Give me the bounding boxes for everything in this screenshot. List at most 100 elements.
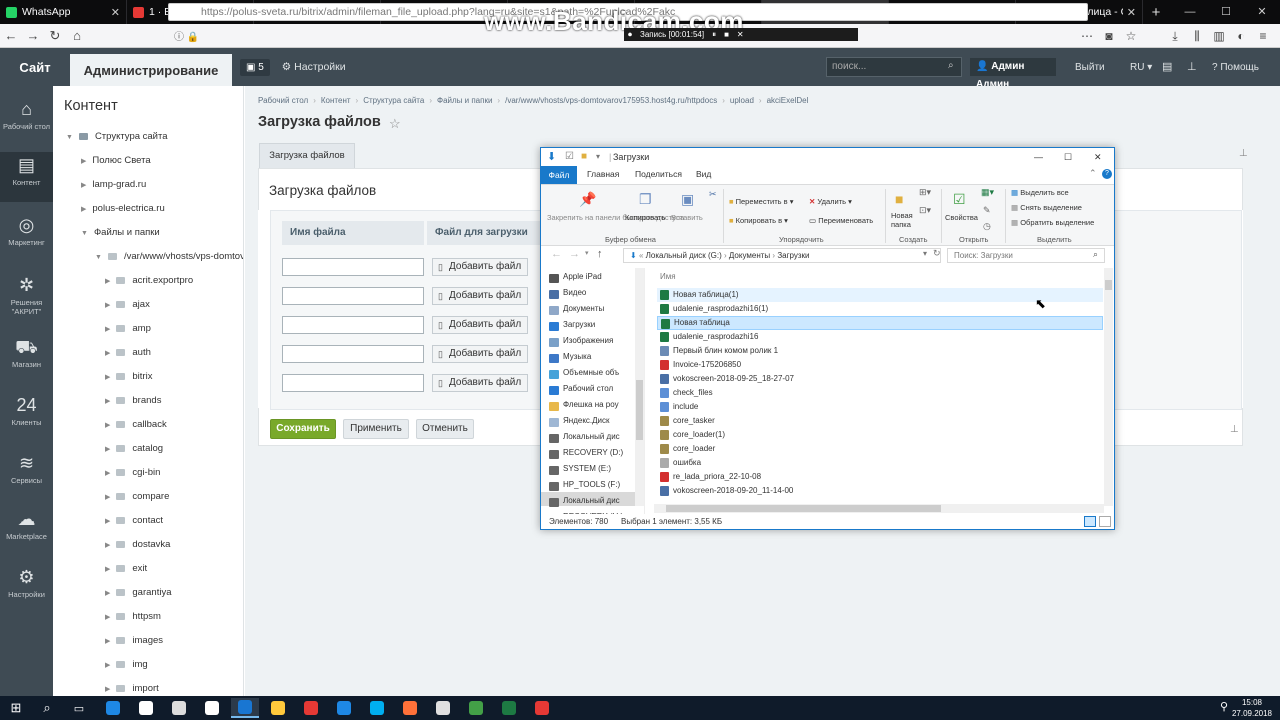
sidebar-item[interactable]: ◎ Маркетинг [0, 212, 53, 258]
breadcrumb-link[interactable]: Контент [321, 96, 351, 105]
tree-item[interactable]: ▶ img [105, 659, 148, 670]
cancel-button[interactable]: Отменить [416, 419, 474, 439]
tree-item[interactable]: ▶ compare [105, 491, 169, 502]
add-file-button[interactable]: ▯ Добавить файл [432, 258, 528, 276]
ex-forward-icon[interactable]: → [569, 248, 580, 260]
tree-toggle-icon[interactable]: ▶ [105, 494, 110, 501]
breadcrumb-link[interactable]: Структура сайта [363, 96, 424, 105]
tree-toggle-icon[interactable]: ▶ [81, 182, 86, 189]
browser-tab[interactable]: WhatsApp ✕ [0, 0, 127, 24]
tree-item[interactable]: ▶ catalog [105, 443, 163, 454]
nav-item[interactable]: Рабочий стол [563, 384, 613, 393]
properties-icon[interactable]: ☑ [953, 191, 966, 208]
tree-toggle-icon[interactable]: ▶ [105, 686, 110, 693]
add-file-button[interactable]: ▯ Добавить файл [432, 316, 528, 334]
invert-selection-button[interactable]: ▦ Обратить выделение [1011, 218, 1094, 227]
file-row[interactable]: Invoice-175206850 [657, 358, 1103, 372]
tree-item[interactable]: ▶ Полюс Света [81, 155, 151, 166]
file-scrollbar-thumb[interactable] [1105, 280, 1112, 290]
properties-qa-icon[interactable]: ☑ [565, 148, 574, 166]
taskbar-app[interactable] [495, 698, 523, 718]
ribbon-tab-share[interactable]: Поделиться [635, 169, 682, 179]
account-icon[interactable]: ◐ [1230, 29, 1252, 43]
easy-access-icon[interactable]: ⊡▾ [919, 205, 931, 216]
tab-close-icon[interactable]: ✕ [1127, 6, 1136, 19]
select-all-button[interactable]: ▦ Выделить все [1011, 188, 1069, 197]
ex-minimize-icon[interactable]: — [1034, 148, 1043, 166]
close-icon[interactable]: ✕ [1244, 0, 1280, 24]
tray-icon[interactable]: ⚲ [1220, 700, 1228, 713]
nav-item[interactable]: Локальный дис [563, 496, 620, 505]
rec-pause-icon[interactable]: ⏸ [712, 28, 716, 41]
tree-toggle-icon[interactable]: ▼ [81, 230, 88, 237]
qa-dropdown-icon[interactable]: ▾ [596, 148, 600, 166]
nav-item[interactable]: Флешка на роу [563, 400, 619, 409]
tree-item[interactable]: ▶ images [105, 635, 163, 646]
logout-link[interactable]: Выйти [1075, 62, 1105, 73]
address-path[interactable]: ⬇ « Локальный диск (G:) › Документы › За… [623, 248, 941, 263]
admin-search-input[interactable]: поиск... [826, 57, 962, 77]
tree-item[interactable]: ▶ acrit.exportpro [105, 275, 193, 286]
nav-item[interactable]: Объемные объ [563, 368, 619, 377]
ribbon-tab-view[interactable]: Вид [696, 169, 711, 179]
tree-item[interactable]: ▶ polus-electrica.ru [81, 203, 165, 214]
new-folder-icon[interactable]: ■ [895, 191, 903, 207]
nav-item[interactable]: Изображения [563, 336, 613, 345]
file-row[interactable]: re_lada_priora_22-10-08 [657, 470, 1103, 484]
minimize-icon[interactable]: — [1172, 0, 1208, 24]
favorite-star-icon[interactable]: ☆ [389, 116, 401, 132]
filename-input[interactable] [282, 287, 424, 305]
pocket-icon[interactable]: ◙ [1098, 29, 1120, 43]
nav-item[interactable]: SYSTEM (E:) [563, 464, 611, 473]
sidebar-item[interactable]: ⚙ Настройки [0, 564, 53, 610]
recent-dropdown-icon[interactable]: ▾ [585, 249, 589, 257]
breadcrumb-link[interactable]: upload [730, 96, 754, 105]
tab-close-icon[interactable]: ✕ [111, 6, 120, 19]
explorer-titlebar[interactable]: ⬇ ☑ ■ ▾ | Загрузки — ☐ ✕ [541, 148, 1114, 166]
ex-maximize-icon[interactable]: ☐ [1064, 148, 1072, 166]
ribbon-collapse-icon[interactable]: ⌃ [1089, 168, 1097, 179]
nav-item[interactable]: HP_TOOLS (F:) [563, 480, 620, 489]
tree-item[interactable]: ▶ import [105, 683, 159, 694]
admin-tab[interactable]: Администрирование [70, 54, 232, 86]
deselect-button[interactable]: ▦ Снять выделение [1011, 203, 1082, 212]
file-row[interactable]: core_loader(1) [657, 428, 1103, 442]
tree-item[interactable]: ▼ /var/www/vhosts/vps-domtovarov [95, 251, 243, 262]
address-crumb-downloads[interactable]: Загрузки [777, 251, 809, 260]
bookmark-star-icon[interactable]: ☆ [1120, 29, 1142, 43]
tree-toggle-icon[interactable]: ▶ [105, 278, 110, 285]
tree-toggle-icon[interactable]: ▶ [105, 398, 110, 405]
nav-item[interactable]: Загрузки [563, 320, 595, 329]
explorer-search-icon[interactable]: ⌕ [1093, 249, 1098, 260]
up-icon[interactable]: ↑ [597, 248, 603, 260]
taskbar-app[interactable] [330, 698, 358, 718]
taskbar-app[interactable] [264, 698, 292, 718]
tree-item[interactable]: ▶ exit [105, 563, 147, 574]
site-tab[interactable]: Сайт [0, 48, 70, 86]
properties-button[interactable]: Свойства [945, 213, 978, 222]
copy-icon[interactable]: ❐ [639, 191, 652, 208]
file-row[interactable]: check_files [657, 386, 1103, 400]
save-button[interactable]: Сохранить [270, 419, 336, 439]
taskbar-app[interactable] [528, 698, 556, 718]
file-row[interactable]: Новая таблица [657, 316, 1103, 330]
tree-item[interactable]: ▶ contact [105, 515, 163, 526]
delete-button[interactable]: ✕ Удалить ▾ [809, 197, 852, 206]
new-item-icon[interactable]: ⊞▾ [919, 187, 931, 198]
tree-toggle-icon[interactable]: ▶ [105, 614, 110, 621]
panel-pin-icon[interactable]: ⊥ [1239, 148, 1248, 159]
taskbar-app[interactable] [165, 698, 193, 718]
breadcrumb-link[interactable]: akciExelDel [767, 96, 809, 105]
taskbar-app[interactable] [132, 698, 160, 718]
large-icons-view-icon[interactable] [1099, 516, 1111, 527]
help-link[interactable]: ? Помощь [1212, 62, 1259, 73]
sidebar-item[interactable]: ☁ Marketplace [0, 506, 53, 552]
tree-toggle-icon[interactable]: ▶ [105, 590, 110, 597]
sidebar-item[interactable]: 24 Клиенты [0, 392, 53, 438]
tab-upload[interactable]: Загрузка файлов [259, 143, 355, 169]
tree-item[interactable]: ▶ amp [105, 323, 151, 334]
filename-input[interactable] [282, 258, 424, 276]
lock-icon[interactable]: ⓘ 🔒 [174, 28, 199, 43]
tree-toggle-icon[interactable]: ▶ [105, 470, 110, 477]
file-row[interactable]: vokoscreen-2018-09-25_18-27-07 [657, 372, 1103, 386]
